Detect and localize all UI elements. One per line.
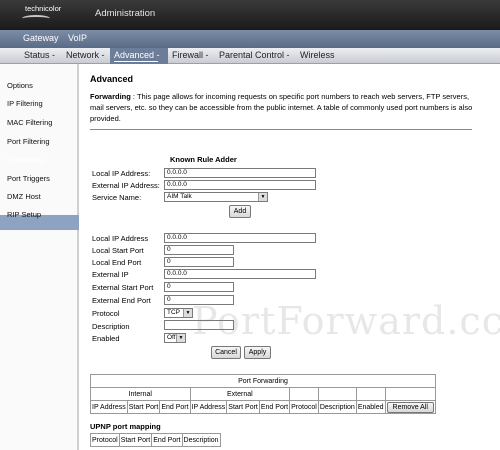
- port-forwarding-table: Port Forwarding Internal External IP Add…: [90, 374, 436, 414]
- menu-wireless[interactable]: Wireless: [300, 50, 335, 60]
- page-description: Forwarding : This page allows for incomi…: [90, 91, 480, 124]
- sidebar-item-dmz-host[interactable]: DMZ Host: [7, 192, 41, 201]
- sidebar-item-forwarding[interactable]: Forwarding: [7, 155, 45, 164]
- sidebar-item-port-filtering[interactable]: Port Filtering: [7, 137, 50, 146]
- menu-status[interactable]: Status -: [24, 50, 55, 60]
- local-ip-label: Local IP Address: [92, 234, 149, 243]
- service-name-label: Service Name:: [92, 193, 142, 202]
- external-end-port-label: External End Port: [92, 296, 151, 305]
- apply-button[interactable]: Apply: [244, 346, 271, 359]
- divider: [90, 129, 472, 130]
- technicolor-logo: technicolor: [25, 4, 62, 13]
- sidebar-item-rip-setup[interactable]: RIP Setup: [7, 210, 41, 219]
- local-start-port-input[interactable]: 0: [164, 245, 234, 255]
- menu-parental-control[interactable]: Parental Control -: [219, 50, 290, 60]
- external-start-port-input[interactable]: 0: [164, 282, 234, 292]
- description-label: Description: [92, 322, 130, 331]
- protocol-label: Protocol: [92, 309, 120, 318]
- chevron-down-icon[interactable]: ▼: [258, 193, 267, 201]
- menu-advanced[interactable]: Advanced -: [114, 50, 160, 60]
- intro-bold: Forwarding: [90, 92, 131, 101]
- sidebar-item-ip-filtering[interactable]: IP Filtering: [7, 99, 43, 108]
- page-title: Advanced: [90, 74, 134, 84]
- pf-col-enabled: Enabled: [355, 400, 386, 414]
- pf-group-spacer: [289, 387, 319, 401]
- external-ip-label: External IP: [92, 270, 129, 279]
- enabled-label: Enabled: [92, 334, 120, 343]
- pf-col-internal-start: Start Port: [126, 400, 161, 414]
- known-rule-adder-title: Known Rule Adder: [170, 155, 237, 164]
- pf-group-internal: Internal: [90, 387, 191, 401]
- top-nav: Gateway VoIP: [0, 30, 500, 48]
- enabled-select[interactable]: Off ▼: [164, 333, 186, 343]
- pf-group-spacer: [384, 387, 436, 401]
- external-start-port-label: External Start Port: [92, 283, 154, 292]
- pf-col-external-end: End Port: [258, 400, 291, 414]
- sidebar: Options IP Filtering MAC Filtering Port …: [0, 64, 79, 450]
- upnp-col-start-port: Start Port: [118, 433, 153, 447]
- protocol-value: TCP: [167, 309, 180, 316]
- intro-text: : This page allows for incoming requests…: [90, 92, 473, 123]
- upnp-col-protocol: Protocol: [90, 433, 120, 447]
- admin-title: Administration: [95, 8, 156, 19]
- local-start-port-label: Local Start Port: [92, 246, 144, 255]
- service-name-select[interactable]: AIM Talk ▼: [164, 192, 268, 202]
- pf-col-internal-end: End Port: [159, 400, 191, 414]
- known-local-ip-input[interactable]: 0.0.0.0: [164, 168, 316, 178]
- chevron-down-icon[interactable]: ▼: [183, 309, 192, 317]
- sidebar-item-options[interactable]: Options: [7, 81, 33, 90]
- external-ip-input[interactable]: 0.0.0.0: [164, 269, 316, 279]
- nav-voip[interactable]: VoIP: [68, 33, 87, 43]
- service-name-value: AIM Talk: [167, 193, 192, 200]
- pf-group-spacer: [355, 387, 386, 401]
- pf-col-actions: Remove All: [384, 400, 436, 414]
- sidebar-item-mac-filtering[interactable]: MAC Filtering: [7, 118, 52, 127]
- menu-network[interactable]: Network -: [66, 50, 105, 60]
- upnp-title: UPNP port mapping: [90, 422, 161, 431]
- local-end-port-input[interactable]: 0: [164, 257, 234, 267]
- known-external-ip-label: External IP Address:: [92, 181, 160, 190]
- nav-gateway[interactable]: Gateway: [23, 33, 59, 43]
- chevron-down-icon[interactable]: ▼: [176, 334, 185, 342]
- add-button[interactable]: Add: [229, 205, 251, 218]
- upnp-col-description: Description: [181, 433, 221, 447]
- enabled-value: Off: [167, 334, 176, 341]
- pf-group-external: External: [189, 387, 291, 401]
- logo-swoosh-icon: [22, 15, 50, 22]
- pf-col-external-start: Start Port: [226, 400, 260, 414]
- pf-col-internal-ip: IP Address: [90, 400, 128, 414]
- pf-table-title: Port Forwarding: [90, 374, 436, 388]
- protocol-select[interactable]: TCP ▼: [164, 308, 193, 318]
- local-end-port-label: Local End Port: [92, 258, 142, 267]
- upnp-table: Protocol Start Port End Port Description: [90, 433, 221, 447]
- known-local-ip-label: Local IP Address:: [92, 169, 151, 178]
- menu-active-underline: [114, 61, 158, 62]
- remove-all-button[interactable]: Remove All: [386, 401, 434, 413]
- menu-firewall[interactable]: Firewall -: [172, 50, 209, 60]
- pf-col-protocol: Protocol: [289, 400, 319, 414]
- top-banner: technicolor Administration: [0, 0, 500, 30]
- local-ip-input[interactable]: 0.0.0.0: [164, 233, 316, 243]
- portforward-watermark: PortForward.cc: [192, 299, 500, 343]
- pf-group-spacer: [317, 387, 357, 401]
- pf-col-external-ip: IP Address: [189, 400, 228, 414]
- sidebar-item-port-triggers[interactable]: Port Triggers: [7, 174, 50, 183]
- known-external-ip-input[interactable]: 0.0.0.0: [164, 180, 316, 190]
- upnp-col-end-port: End Port: [151, 433, 183, 447]
- pf-col-description: Description: [317, 400, 357, 414]
- cancel-button[interactable]: Cancel: [211, 346, 241, 359]
